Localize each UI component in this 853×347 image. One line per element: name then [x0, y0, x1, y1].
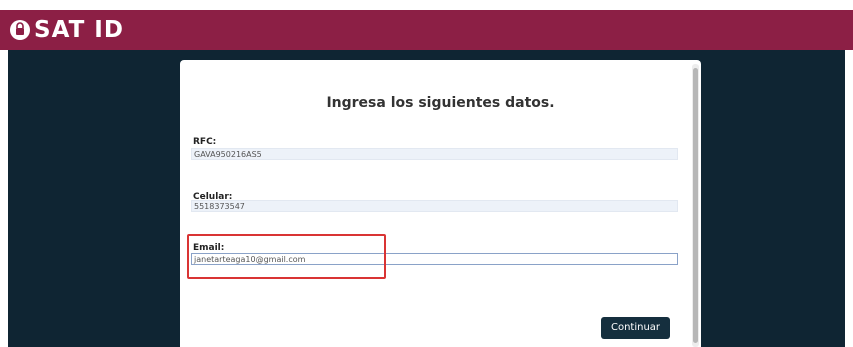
celular-field[interactable]: 5518373547 — [191, 200, 678, 212]
email-highlight-box — [187, 234, 386, 279]
app-title: SAT ID — [34, 17, 124, 43]
rfc-label: RFC: — [193, 137, 217, 147]
form-card: Ingresa los siguientes datos. RFC: GAVA9… — [180, 60, 701, 347]
rfc-field[interactable]: GAVA950216AS5 — [191, 148, 678, 160]
scrollbar[interactable] — [692, 64, 699, 347]
lock-icon — [10, 20, 30, 40]
app-frame: SAT ID Ingresa los siguientes datos. RFC… — [0, 0, 853, 347]
continue-button[interactable]: Continuar — [601, 317, 670, 339]
form-title: Ingresa los siguientes datos. — [326, 95, 555, 111]
scrollbar-thumb[interactable] — [693, 68, 698, 343]
app-header: SAT ID — [0, 10, 853, 50]
